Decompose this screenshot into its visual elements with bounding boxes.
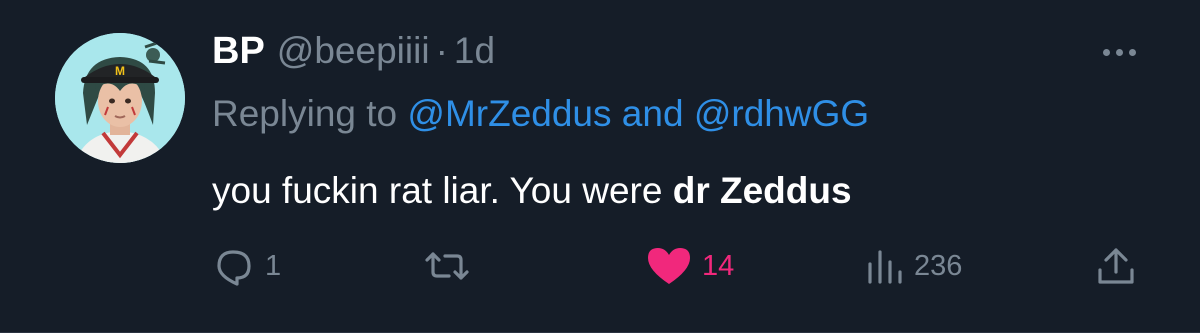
more-dot-icon: [1115, 48, 1123, 56]
replying-conjunction: and: [621, 93, 684, 134]
avatar[interactable]: M: [55, 33, 185, 163]
tweet: M BP @beepiiii · 1d Replying to @MrZeddu…: [0, 0, 1200, 333]
tweet-text: you fuckin rat liar. You were dr Zeddus: [212, 170, 852, 212]
like-button[interactable]: 14: [644, 238, 734, 294]
views-button[interactable]: 236: [862, 238, 962, 294]
timestamp[interactable]: 1d: [454, 30, 495, 72]
share-button[interactable]: [1094, 238, 1138, 294]
tweet-header: BP @beepiiii · 1d: [212, 30, 495, 80]
mention-link[interactable]: @rdhwGG: [694, 93, 869, 134]
retweet-button[interactable]: [423, 238, 479, 294]
replying-prefix: Replying to: [212, 93, 398, 134]
more-dot-icon: [1102, 48, 1110, 56]
reply-icon: [217, 250, 251, 286]
reply-button[interactable]: 1: [213, 238, 281, 294]
views-count: 236: [914, 249, 963, 282]
tweet-text-bold: dr Zeddus: [672, 170, 852, 211]
views-icon: [868, 250, 902, 284]
handle[interactable]: @beepiiii: [277, 30, 430, 72]
display-name[interactable]: BP: [212, 30, 265, 73]
svg-text:M: M: [115, 64, 125, 78]
separator-dot: ·: [435, 30, 448, 71]
more-dot-icon: [1128, 48, 1136, 56]
like-count: 14: [702, 249, 735, 282]
action-bar: 1 14 236: [0, 238, 1200, 298]
heart-icon: [648, 248, 690, 284]
tweet-text-plain: you fuckin rat liar. You were: [212, 170, 673, 211]
share-icon: [1098, 248, 1134, 284]
more-options-button[interactable]: [1094, 30, 1144, 74]
replying-to: Replying to @MrZeddus and @rdhwGG: [212, 93, 869, 135]
reply-count: 1: [265, 249, 282, 282]
retweet-icon: [425, 252, 469, 280]
mention-link[interactable]: @MrZeddus: [407, 93, 611, 134]
